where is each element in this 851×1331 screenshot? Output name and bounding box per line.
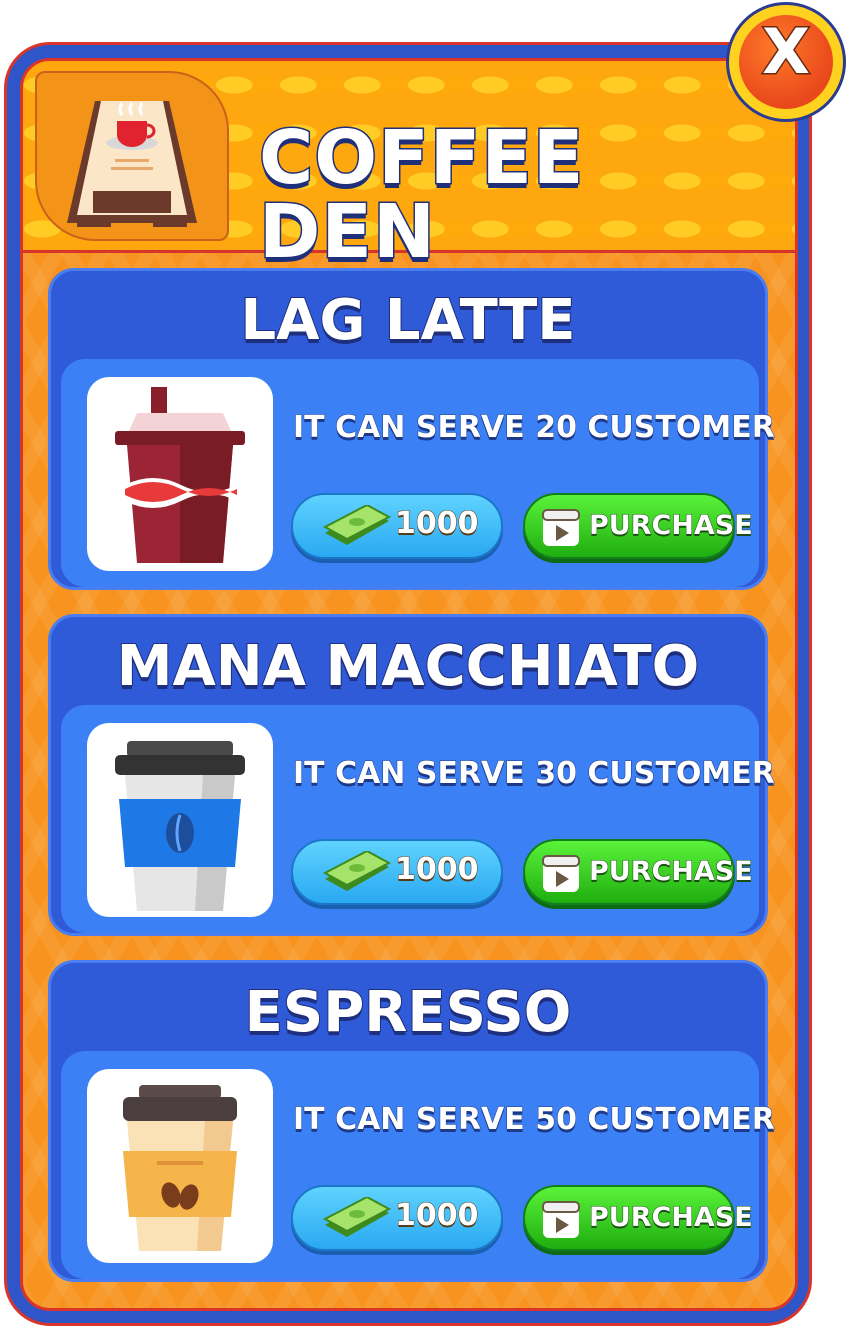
purchase-button[interactable]: PURCHASE — [523, 493, 753, 559]
item-body: IT CAN SERVE 50 CUSTOMER 1000 PURCHASE — [61, 1051, 776, 1279]
price-button[interactable]: 1000 — [291, 1185, 503, 1251]
espresso-cup-icon — [87, 1069, 273, 1263]
purchase-button[interactable]: PURCHASE — [523, 839, 753, 905]
purchase-label: PURCHASE — [589, 856, 754, 887]
page-title: COFFEE DEN — [258, 115, 585, 275]
shop-item-card-espresso: ESPRESSO IT CAN SERVE 50 CUSTOMER 1000 P… — [48, 960, 776, 1282]
purchase-label: PURCHASE — [589, 510, 754, 541]
item-title: ESPRESSO — [244, 980, 573, 1045]
item-body: IT CAN SERVE 20 CUSTOMER 1000 PURCHASE — [61, 359, 776, 587]
price-value: 1000 — [395, 852, 479, 887]
item-description: IT CAN SERVE 20 CUSTOMER — [293, 410, 776, 445]
video-ad-icon — [542, 509, 580, 546]
price-value: 1000 — [395, 506, 479, 541]
cash-icon — [322, 505, 392, 545]
item-description: IT CAN SERVE 50 CUSTOMER — [293, 1102, 776, 1137]
red-latte-cup-icon — [87, 377, 273, 571]
cash-icon — [322, 1197, 392, 1237]
video-ad-icon — [542, 1201, 580, 1238]
purchase-button[interactable]: PURCHASE — [523, 1185, 753, 1251]
shop-item-card-lag-latte: LAG LATTE IT CAN SERVE 20 CUSTOMER 1000 — [48, 268, 776, 590]
purchase-label: PURCHASE — [589, 1202, 754, 1233]
shop-item-card-mana-macchiato: MANA MACCHIATO IT CAN SERVE 30 CUSTOMER … — [48, 614, 776, 936]
blue-coffee-cup-icon — [87, 723, 273, 917]
item-title: MANA MACCHIATO — [116, 634, 701, 699]
item-body: IT CAN SERVE 30 CUSTOMER 1000 PURCHASE — [61, 705, 776, 933]
price-button[interactable]: 1000 — [291, 839, 503, 905]
close-icon: X — [761, 15, 812, 88]
panel-header: COFFEE DEN — [23, 61, 795, 271]
video-ad-icon — [542, 855, 580, 892]
close-button[interactable]: X — [726, 2, 846, 122]
item-title: LAG LATTE — [239, 288, 576, 353]
item-description: IT CAN SERVE 30 CUSTOMER — [293, 756, 776, 791]
price-button[interactable]: 1000 — [291, 493, 503, 559]
cash-icon — [322, 851, 392, 891]
coffee-sign-board-icon — [35, 71, 229, 241]
price-value: 1000 — [395, 1198, 479, 1233]
